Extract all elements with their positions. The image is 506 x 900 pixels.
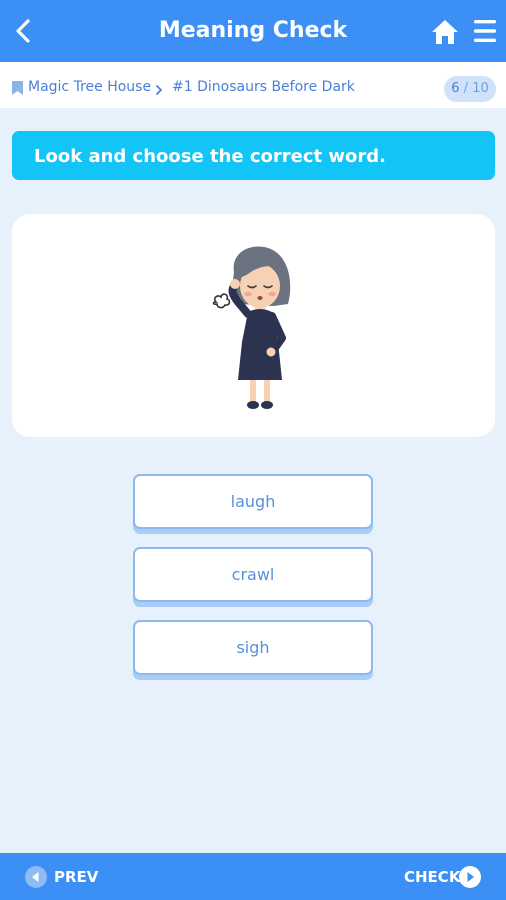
prev-button-label: PREV (54, 868, 99, 886)
prev-arrow-icon (25, 866, 47, 888)
breadcrumb-book[interactable]: Magic Tree House (28, 62, 151, 108)
answer-option-laugh[interactable]: laugh (133, 474, 373, 529)
check-button-label: CHECK (404, 868, 461, 886)
hamburger-menu-icon[interactable] (472, 17, 498, 45)
top-bar: Meaning Check (0, 0, 506, 62)
bottom-bar: PREV CHECK (0, 853, 506, 900)
breadcrumb-chapter[interactable]: #1 Dinosaurs Before Dark (172, 62, 355, 108)
progress-total: 10 (472, 81, 489, 96)
back-chevron-icon[interactable] (8, 15, 40, 47)
answer-option-crawl[interactable]: crawl (133, 547, 373, 602)
check-arrow-icon (459, 866, 481, 888)
breadcrumb: Magic Tree House #1 Dinosaurs Before Dar… (0, 62, 506, 108)
progress-counter: 6 / 10 (444, 76, 496, 102)
bookmark-icon (12, 81, 23, 95)
instruction-banner: Look and choose the correct word. (12, 131, 495, 180)
chevron-right-icon (156, 85, 162, 95)
check-button[interactable]: CHECK (404, 865, 484, 889)
home-icon[interactable] (430, 17, 460, 47)
progress-separator: / (463, 81, 469, 96)
question-image-card (12, 214, 495, 437)
woman-sighing-illustration (212, 246, 291, 409)
progress-current: 6 (451, 81, 460, 96)
answer-option-sigh[interactable]: sigh (133, 620, 373, 675)
